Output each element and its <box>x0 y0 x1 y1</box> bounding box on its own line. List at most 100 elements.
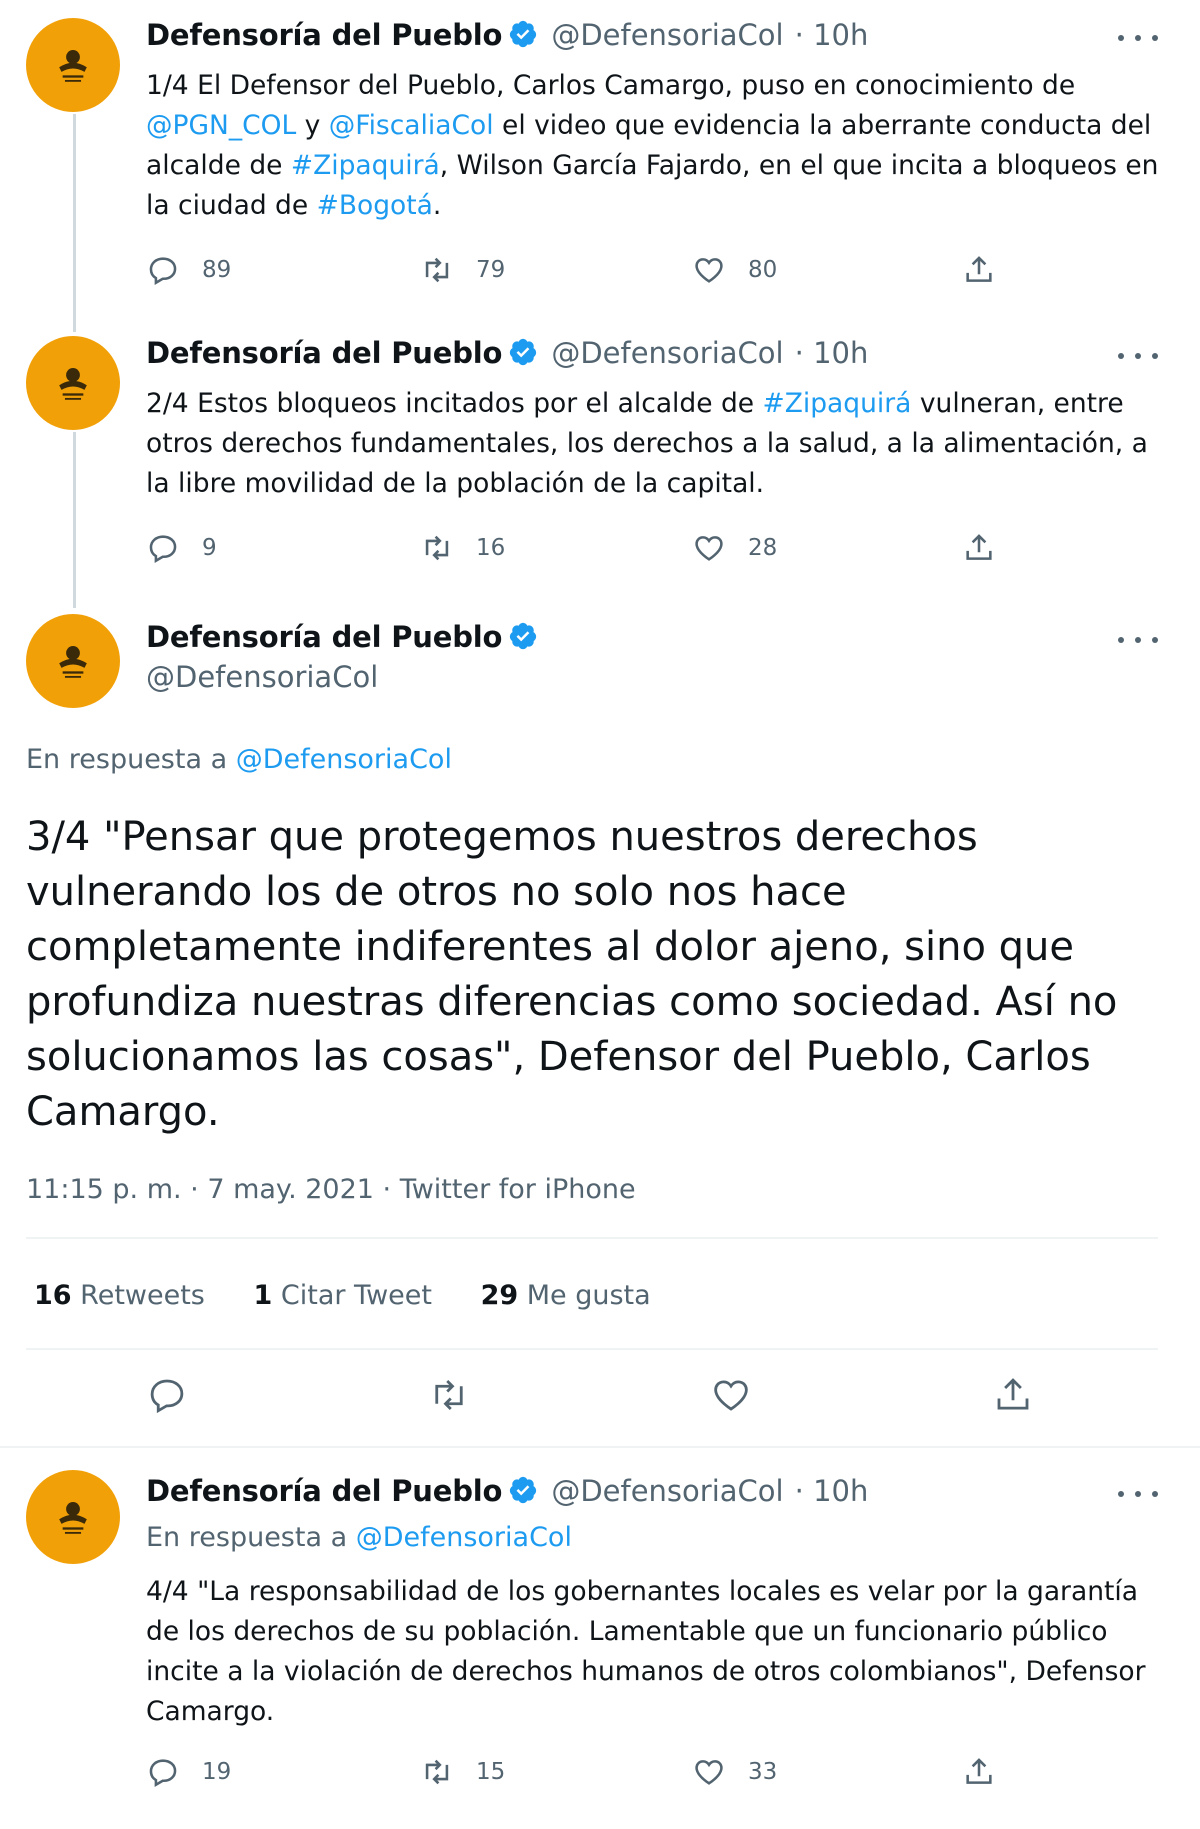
reply-icon <box>149 1759 177 1787</box>
share-button[interactable] <box>962 1752 1018 1792</box>
retweet-button[interactable]: 15 <box>420 1752 505 1792</box>
account-name[interactable]: Defensoría del Pueblo <box>146 620 502 654</box>
retweet-icon <box>425 535 449 561</box>
account-name[interactable]: Defensoría del Pueblo <box>146 18 502 52</box>
quotes-stat[interactable]: 1 Citar Tweet <box>253 1280 431 1311</box>
share-button[interactable] <box>992 1374 1034 1420</box>
text-segment: y <box>296 110 329 141</box>
verified-badge-icon <box>508 19 538 53</box>
likes-stat[interactable]: 29 Me gusta <box>481 1280 651 1311</box>
account-handle[interactable]: @DefensoriaCol <box>551 18 783 52</box>
more-options-icon[interactable] <box>1118 346 1158 366</box>
tweet-time[interactable]: · 10h <box>795 1474 869 1508</box>
account-handle[interactable]: @DefensoriaCol <box>551 1474 783 1508</box>
retweet-count: 15 <box>476 1759 506 1785</box>
tweet-header: Defensoría del Pueblo @DefensoriaCol · 1… <box>146 18 868 53</box>
reply-context: En respuesta a @DefensoriaCol <box>146 1522 572 1553</box>
reply-button[interactable] <box>146 1374 188 1420</box>
account-handle[interactable]: @DefensoriaCol <box>551 336 783 370</box>
retweet-button[interactable]: 16 <box>420 528 505 568</box>
reply-count: 9 <box>202 535 217 561</box>
hashtag-link[interactable]: #Bogotá <box>317 190 433 221</box>
retweet-icon <box>425 1759 449 1785</box>
hashtag-link[interactable]: #Zipaquirá <box>763 388 912 419</box>
retweet-icon <box>425 257 449 283</box>
main-tweet-text: 3/4 "Pensar que protegemos nuestros dere… <box>26 814 1118 1135</box>
like-button[interactable] <box>710 1374 752 1420</box>
retweet-count: 79 <box>476 257 506 283</box>
like-count: 33 <box>748 1759 778 1785</box>
account-handle[interactable]: @DefensoriaCol <box>146 660 378 694</box>
tweet-actions: 89 79 80 <box>146 250 1026 290</box>
reply-handle-link[interactable]: @DefensoriaCol <box>236 744 452 775</box>
tweet-time[interactable]: · 10h <box>795 18 869 52</box>
tweet-actions: 19 15 33 <box>146 1752 1026 1792</box>
heart-icon <box>714 1380 748 1411</box>
reply-icon <box>149 257 177 285</box>
retweets-stat[interactable]: 16 Retweets <box>34 1280 205 1311</box>
reply-context: En respuesta a @DefensoriaCol <box>26 744 452 775</box>
heart-icon <box>695 258 723 283</box>
share-button[interactable] <box>962 250 1018 290</box>
tweet-header: Defensoría del Pueblo @DefensoriaCol · 1… <box>146 1474 868 1509</box>
account-name[interactable]: Defensoría del Pueblo <box>146 1474 502 1508</box>
share-icon <box>997 1378 1029 1410</box>
reply-icon <box>150 1379 184 1414</box>
avatar[interactable] <box>26 18 120 112</box>
retweets-label: Retweets <box>80 1280 205 1311</box>
tweet-header: Defensoría del Pueblo <box>146 620 538 655</box>
more-options-icon[interactable] <box>1118 28 1158 48</box>
reply-count: 19 <box>202 1759 232 1785</box>
tweet-text: 4/4 "La responsabilidad de los gobernant… <box>146 1576 1146 1727</box>
avatar[interactable] <box>26 336 120 430</box>
reply-button[interactable]: 89 <box>146 250 231 290</box>
text-segment: 2/4 Estos bloqueos incitados por el alca… <box>146 388 763 419</box>
heart-icon <box>695 536 723 561</box>
like-button[interactable]: 33 <box>692 1752 777 1792</box>
retweet-button[interactable] <box>428 1374 470 1420</box>
reply-handle-link[interactable]: @DefensoriaCol <box>356 1522 572 1553</box>
text-segment: . <box>432 190 442 221</box>
retweet-count: 16 <box>476 535 506 561</box>
more-options-icon[interactable] <box>1118 1484 1158 1504</box>
retweet-button[interactable]: 79 <box>420 250 505 290</box>
likes-label: Me gusta <box>526 1280 651 1311</box>
like-button[interactable]: 80 <box>692 250 777 290</box>
divider <box>26 1237 1158 1239</box>
hashtag-link[interactable]: #Zipaquirá <box>291 150 440 181</box>
text-segment: 1/4 El Defensor del Pueblo, Carlos Camar… <box>146 70 1076 101</box>
verified-badge-icon <box>508 1475 538 1509</box>
logo-icon <box>59 50 87 82</box>
quotes-count: 1 <box>253 1280 273 1311</box>
tweet-stats: 16 Retweets 1 Citar Tweet 29 Me gusta <box>34 1280 651 1311</box>
twitter-thread: Defensoría del Pueblo @DefensoriaCol · 1… <box>0 0 1200 1829</box>
retweets-count: 16 <box>34 1280 72 1311</box>
retweet-icon <box>435 1380 463 1410</box>
tweet-meta[interactable]: 11:15 p. m. · 7 may. 2021 · Twitter for … <box>26 1174 636 1205</box>
share-button[interactable] <box>962 528 1018 568</box>
reply-button[interactable]: 19 <box>146 1752 231 1792</box>
tweet-text: 2/4 Estos bloqueos incitados por el alca… <box>146 384 1160 504</box>
like-count: 80 <box>748 257 778 283</box>
likes-count: 29 <box>480 1280 519 1311</box>
more-options-icon[interactable] <box>1118 630 1158 650</box>
tweet-actions: 9 16 28 <box>146 528 1026 568</box>
share-icon <box>966 534 992 560</box>
mention-link[interactable]: @FiscaliaCol <box>329 110 494 141</box>
account-name[interactable]: Defensoría del Pueblo <box>146 336 502 370</box>
tweet-text: 1/4 El Defensor del Pueblo, Carlos Camar… <box>146 66 1160 226</box>
logo-icon <box>59 646 87 678</box>
quotes-label: Citar Tweet <box>280 1280 432 1311</box>
reply-prefix: En respuesta a <box>146 1522 356 1553</box>
reply-button[interactable]: 9 <box>146 528 217 568</box>
thread-line <box>73 432 76 608</box>
like-button[interactable]: 28 <box>692 528 777 568</box>
main-actions <box>0 1374 1200 1424</box>
avatar[interactable] <box>26 1470 120 1564</box>
tweet-time[interactable]: · 10h <box>795 336 869 370</box>
thread-line <box>73 114 76 332</box>
mention-link[interactable]: @PGN_COL <box>146 110 296 141</box>
avatar[interactable] <box>26 614 120 708</box>
like-count: 28 <box>748 535 778 561</box>
logo-icon <box>59 368 87 400</box>
